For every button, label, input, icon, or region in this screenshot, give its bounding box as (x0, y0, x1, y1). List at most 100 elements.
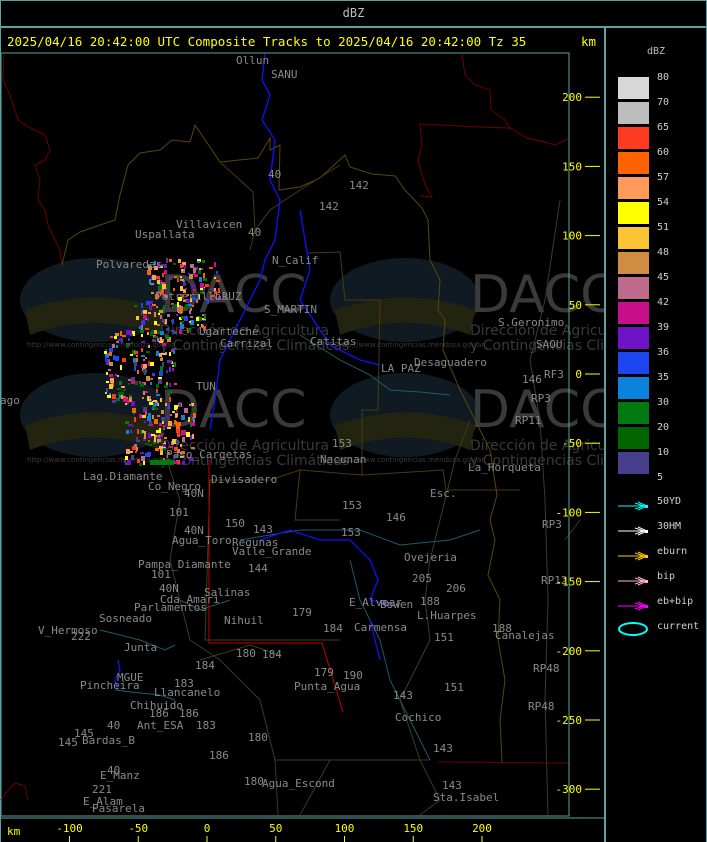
radar-echo (163, 425, 165, 429)
place-label: 151 (444, 681, 464, 694)
radar-echo (108, 369, 111, 371)
radar-echo (139, 326, 142, 329)
radar-echo (134, 366, 136, 371)
radar-echo (125, 456, 128, 460)
place-label: 180 (244, 775, 264, 788)
place-label: 180 (248, 731, 268, 744)
radar-echo (169, 397, 171, 402)
legend-scale-label: 5 (657, 472, 664, 483)
radar-echo (141, 341, 145, 343)
radar-echo (164, 264, 167, 268)
radar-echo (149, 444, 152, 446)
radar-echo (106, 381, 109, 383)
radar-echo (193, 413, 196, 418)
radar-echo (154, 312, 156, 317)
radar-echo (144, 434, 146, 439)
radar-echo (142, 320, 145, 325)
radar-echo (181, 269, 183, 271)
radar-echo (209, 267, 213, 269)
legend-swatch (618, 352, 649, 374)
track-river-blue (114, 53, 391, 691)
radar-echo (204, 314, 206, 319)
radar-echo (136, 447, 138, 451)
radar-echo (164, 437, 167, 439)
radar-echo (181, 415, 185, 420)
radar-echo (154, 437, 156, 442)
radar-echo (162, 343, 166, 346)
place-label: SANU (271, 68, 298, 81)
track-arrow-icon (618, 497, 649, 511)
place-label: Nacunan (320, 453, 366, 466)
x-tick-label: 50 (269, 822, 282, 835)
radar-echo (159, 423, 162, 426)
place-label: RP3 (531, 392, 551, 405)
radar-echo (166, 258, 168, 263)
watermark-logo-text: DACC (470, 380, 604, 440)
radar-echo (130, 430, 132, 433)
radar-echo (174, 383, 177, 385)
place-label: Bowen (380, 598, 413, 611)
radar-echo (172, 439, 176, 444)
x-tick-label: -100 (56, 822, 83, 835)
legend-scale-label: 39 (657, 322, 670, 333)
radar-echo (169, 360, 172, 363)
radar-echo (109, 374, 113, 377)
radar-echo (199, 277, 202, 282)
place-label: Ugarteche (199, 325, 259, 338)
radar-echo (189, 404, 192, 406)
radar-echo (172, 365, 174, 367)
radar-echo (143, 315, 147, 319)
legend-scale-label: 45 (657, 272, 670, 283)
watermark-url: http://www.contingencias.mendoza.gov.ar (337, 341, 484, 349)
radar-echo (143, 359, 145, 361)
place-label: Esc. (430, 487, 457, 500)
place-label: 186 (209, 749, 229, 762)
radar-echo (130, 354, 133, 356)
radar-echo (181, 321, 184, 323)
radar-echo (193, 268, 196, 273)
radar-echo (164, 441, 166, 443)
radar-echo (156, 276, 160, 279)
place-label: V_Hermoso (38, 624, 98, 637)
track-arrow-icon (618, 572, 649, 586)
legend-scale-label: 10 (657, 447, 670, 458)
radar-echo (123, 389, 126, 391)
radar-echo (181, 430, 185, 435)
place-label: 40 (268, 168, 281, 181)
radar-echo (109, 352, 112, 356)
radar-echo (147, 318, 149, 321)
radar-echo (145, 357, 147, 359)
radar-echo (160, 366, 163, 371)
radar-echo (106, 363, 109, 365)
radar-echo (140, 452, 144, 454)
place-label: RF3 (544, 368, 564, 381)
radar-echo (168, 394, 170, 396)
radar-echo (162, 273, 164, 277)
place-label: 153 (341, 526, 361, 539)
radar-echo (186, 432, 190, 437)
y-tick-label: -100 (556, 506, 583, 519)
radar-echo (148, 413, 151, 416)
radar-echo (147, 452, 151, 456)
radar-echo (134, 444, 137, 447)
radar-map[interactable]: DACCDirección de Agriculturay Contingenc… (0, 0, 604, 842)
radar-echo (107, 395, 111, 398)
radar-echo (199, 317, 202, 321)
radar-echo (109, 362, 113, 366)
watermark-url: http://www.contingencias.mendoza.gov.ar (27, 341, 174, 349)
radar-echo (127, 460, 131, 465)
radar-echo (140, 330, 144, 333)
place-label: S.Geronimo (498, 316, 564, 329)
radar-echo (141, 348, 143, 352)
radar-echo (132, 408, 136, 413)
radar-echo (112, 394, 116, 399)
radar-echo (183, 282, 186, 286)
legend-swatch (618, 127, 649, 149)
place-label: 184 (323, 622, 343, 635)
place-label: 143 (433, 742, 453, 755)
radar-echo (192, 434, 194, 439)
legend-swatch (618, 252, 649, 274)
legend-title: dBZ (647, 46, 666, 57)
radar-echo (182, 437, 185, 442)
track-arrow-icon (618, 597, 649, 611)
